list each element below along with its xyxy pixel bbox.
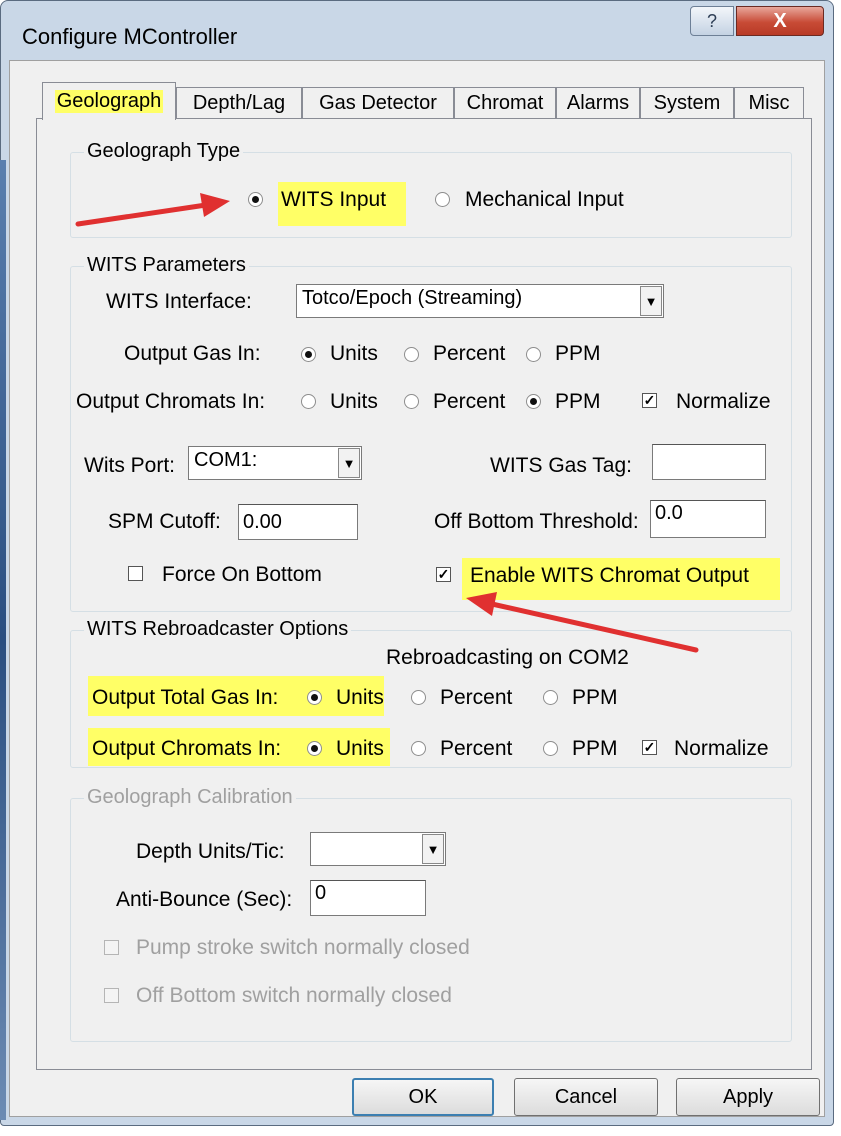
annotation-arrow-enable-chromat: [466, 592, 699, 653]
annotation-arrow-wits-input: [75, 193, 230, 227]
annotation-arrows: [75, 193, 699, 653]
tab-geolograph[interactable]: Geolograph: [42, 82, 176, 120]
